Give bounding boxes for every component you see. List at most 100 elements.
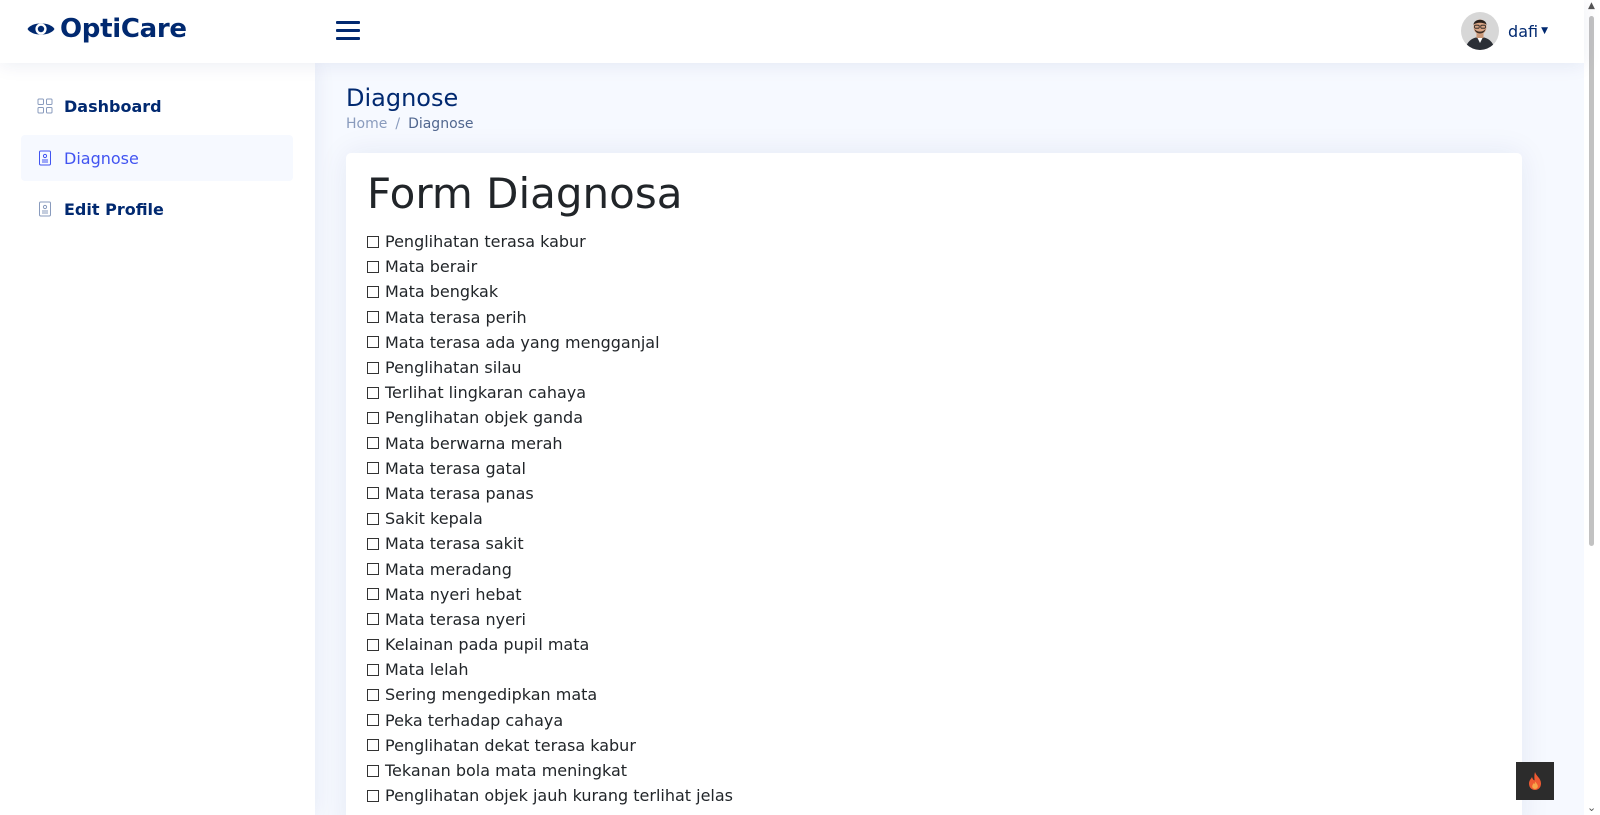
symptom-label: Mata terasa gatal [385, 458, 526, 478]
scroll-up-icon[interactable]: ▲ [1588, 2, 1595, 11]
symptom-label: Mata berair [385, 257, 478, 277]
symptom-item[interactable]: Mata terasa sakit [367, 531, 733, 556]
symptom-label: Mata terasa panas [385, 483, 534, 503]
symptom-item[interactable]: Mata nyeri hebat [367, 582, 733, 607]
symptom-item[interactable]: Penglihatan silau [367, 355, 733, 380]
sidebar-item-label: Edit Profile [64, 199, 164, 219]
sidebar-item-label: Dashboard [64, 96, 162, 116]
symptom-label: Mata nyeri hebat [385, 584, 522, 604]
symptom-checkbox[interactable] [367, 437, 379, 450]
symptom-checkbox[interactable] [367, 512, 379, 525]
symptom-checkbox[interactable] [367, 563, 379, 576]
symptom-checkbox[interactable] [367, 235, 379, 248]
symptom-label: Mata terasa nyeri [385, 609, 526, 629]
symptom-checkbox[interactable] [367, 588, 379, 601]
sidebar-item-label: Diagnose [64, 148, 139, 168]
symptom-label: Kelainan pada pupil mata [385, 635, 590, 655]
symptom-item[interactable]: Mata terasa nyeri [367, 607, 733, 632]
symptom-item[interactable]: Mata lelah [367, 657, 733, 682]
symptom-item[interactable]: Mata berair [367, 254, 733, 279]
hamburger-icon[interactable] [336, 19, 362, 43]
form-title: Form Diagnosa [367, 169, 683, 218]
symptom-checkbox[interactable] [367, 487, 379, 500]
back-to-top-button[interactable] [1516, 762, 1554, 800]
page-title: Diagnose [346, 84, 459, 112]
symptom-label: Mata terasa ada yang mengganjal [385, 332, 660, 352]
symptom-label: Terlihat lingkaran cahaya [385, 383, 587, 403]
profile-dropdown[interactable]: dafi ▼ [1461, 12, 1548, 50]
symptom-item[interactable]: Penglihatan dekat terasa kabur [367, 733, 733, 758]
breadcrumb-separator: / [395, 116, 401, 132]
symptom-checkbox[interactable] [367, 411, 379, 424]
symptom-checkbox[interactable] [367, 764, 379, 777]
symptom-label: Tekanan bola mata meningkat [385, 761, 628, 781]
document-icon [39, 150, 51, 166]
symptom-checkbox[interactable] [367, 613, 379, 626]
symptom-label: Sering mengedipkan mata [385, 685, 598, 705]
symptom-label: Penglihatan objek jauh kurang terlihat j… [385, 786, 734, 806]
symptom-item[interactable]: Penglihatan terasa kabur [367, 229, 733, 254]
symptom-item[interactable]: Penglihatan objek ganda [367, 405, 733, 430]
symptom-label: Mata berwarna merah [385, 433, 563, 453]
symptom-checkbox[interactable] [367, 311, 379, 324]
sidebar-item-diagnose[interactable]: Diagnose [21, 135, 293, 181]
sidebar-item-edit-profile[interactable]: Edit Profile [21, 186, 293, 232]
symptom-item[interactable]: Mata berwarna merah [367, 431, 733, 456]
symptom-label: Sakit kepala [385, 509, 483, 529]
symptom-label: Mata terasa perih [385, 307, 527, 327]
symptom-label: Mata meradang [385, 559, 512, 579]
symptom-label: Peka terhadap cahaya [385, 710, 564, 730]
symptom-item[interactable]: Mata terasa perih [367, 305, 733, 330]
symptom-item[interactable]: Mata meradang [367, 556, 733, 581]
symptom-checkbox[interactable] [367, 739, 379, 752]
symptom-checkbox[interactable] [367, 789, 379, 802]
symptom-label: Penglihatan terasa kabur [385, 232, 586, 252]
sidebar: Dashboard Diagnose Edit Profile [0, 63, 315, 815]
sidebar-item-dashboard[interactable]: Dashboard [21, 83, 293, 129]
symptom-item[interactable]: Sering mengedipkan mata [367, 682, 733, 707]
symptom-checkbox[interactable] [367, 285, 379, 298]
symptom-list: Penglihatan terasa kabur Mata berair Mat… [367, 229, 733, 808]
symptom-checkbox[interactable] [367, 688, 379, 701]
app-logo[interactable]: OptiCare [26, 14, 187, 44]
symptom-checkbox[interactable] [367, 663, 379, 676]
top-header: OptiCare dafi ▼ [0, 0, 1584, 63]
breadcrumb-home-link[interactable]: Home [346, 116, 387, 132]
page-scrollbar[interactable]: ▲ ⌄ [1584, 0, 1600, 815]
symptom-item[interactable]: Mata terasa panas [367, 481, 733, 506]
symptom-checkbox[interactable] [367, 361, 379, 374]
symptom-item[interactable]: Mata terasa ada yang mengganjal [367, 330, 733, 355]
symptom-item[interactable]: Peka terhadap cahaya [367, 708, 733, 733]
grid-icon [37, 98, 53, 114]
symptom-item[interactable]: Tekanan bola mata meningkat [367, 758, 733, 783]
scrollbar-thumb[interactable] [1589, 16, 1594, 546]
symptom-label: Penglihatan dekat terasa kabur [385, 735, 636, 755]
breadcrumb-current: Diagnose [408, 116, 474, 132]
breadcrumb: Home / Diagnose [346, 116, 474, 132]
symptom-checkbox[interactable] [367, 260, 379, 273]
symptom-checkbox[interactable] [367, 386, 379, 399]
symptom-label: Mata bengkak [385, 282, 499, 302]
symptom-label: Mata terasa sakit [385, 534, 524, 554]
symptom-checkbox[interactable] [367, 336, 379, 349]
symptom-label: Penglihatan objek ganda [385, 408, 584, 428]
symptom-checkbox[interactable] [367, 537, 379, 550]
symptom-item[interactable]: Kelainan pada pupil mata [367, 632, 733, 657]
avatar [1461, 12, 1500, 50]
symptom-checkbox[interactable] [367, 638, 379, 651]
symptom-item[interactable]: Mata terasa gatal [367, 456, 733, 481]
eye-icon [27, 23, 55, 35]
scroll-down-icon[interactable]: ⌄ [1587, 802, 1596, 813]
symptom-checkbox[interactable] [367, 714, 379, 727]
symptom-item[interactable]: Penglihatan objek jauh kurang terlihat j… [367, 783, 733, 808]
symptom-item[interactable]: Sakit kepala [367, 506, 733, 531]
profile-name: dafi [1508, 21, 1539, 41]
document-icon [39, 201, 51, 217]
symptom-item[interactable]: Mata bengkak [367, 279, 733, 304]
symptom-item[interactable]: Terlihat lingkaran cahaya [367, 380, 733, 405]
flame-icon [1529, 772, 1541, 790]
symptom-label: Penglihatan silau [385, 358, 522, 378]
app-name: OptiCare [60, 14, 187, 44]
symptom-checkbox[interactable] [367, 462, 379, 475]
symptom-label: Mata lelah [385, 660, 469, 680]
